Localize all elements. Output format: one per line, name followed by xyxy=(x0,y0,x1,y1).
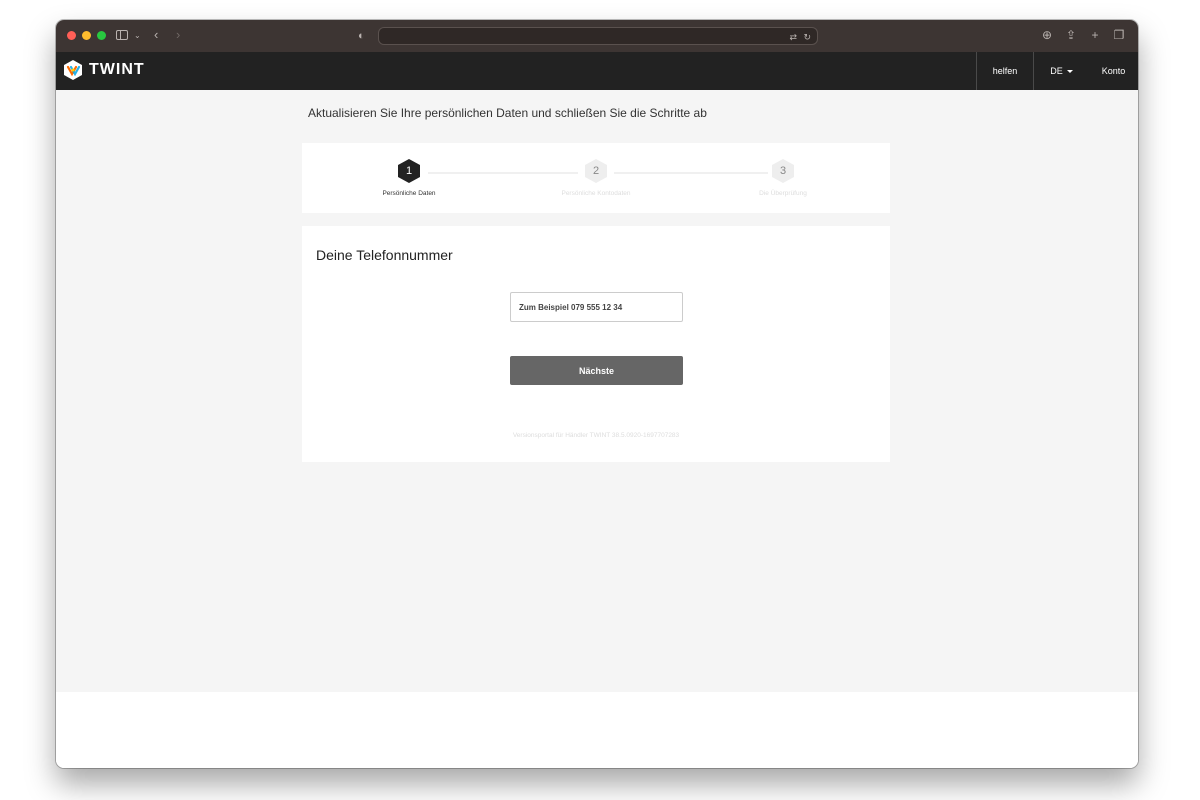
translate-icon[interactable]: ⇄ xyxy=(789,30,797,44)
sidebar-toggle-icon[interactable] xyxy=(116,30,128,40)
version-text: Versionsportal für Händler TWINT 38.5.09… xyxy=(512,432,680,439)
page-footer xyxy=(56,692,1138,768)
minimize-window-button[interactable] xyxy=(82,31,91,40)
phone-number-input[interactable] xyxy=(510,292,683,322)
chevron-down-icon[interactable]: ⌄ xyxy=(134,29,141,43)
form-title: Deine Telefonnummer xyxy=(316,247,453,263)
help-label: helfen xyxy=(992,66,1018,76)
step-2: 2 Persönliche Kontodaten xyxy=(536,159,656,197)
address-bar[interactable]: ⇄ ↻ xyxy=(378,27,818,45)
app-header: TWINT helfen DE Konto xyxy=(56,52,1138,90)
account-label: Konto xyxy=(1101,66,1126,76)
step-label: Persönliche Kontodaten xyxy=(561,190,631,197)
step-number: 1 xyxy=(398,159,420,183)
new-tab-icon[interactable]: + xyxy=(1088,28,1102,42)
reload-icon[interactable]: ↻ xyxy=(803,30,811,44)
step-3: 3 Die Überprüfung xyxy=(723,159,843,197)
twint-logo[interactable]: TWINT xyxy=(63,59,145,81)
share-icon[interactable]: ⇪ xyxy=(1064,28,1078,42)
tab-overview-icon[interactable]: ❐ xyxy=(1112,28,1126,42)
back-arrow-icon[interactable]: ‹ xyxy=(154,28,158,42)
phone-form-card: Deine Telefonnummer Nächste Versionsport… xyxy=(302,226,890,462)
next-button[interactable]: Nächste xyxy=(510,356,683,385)
main-content: Aktualisieren Sie Ihre persönlichen Date… xyxy=(56,90,1138,692)
caret-down-icon xyxy=(1066,69,1073,73)
language-label: DE xyxy=(1050,66,1063,76)
step-number: 2 xyxy=(585,159,607,183)
browser-actions: ⊕ ⇪ + ❐ xyxy=(1040,28,1126,42)
step-label: Persönliche Daten xyxy=(382,190,436,197)
step-1: 1 Persönliche Daten xyxy=(349,159,469,197)
shield-icon[interactable]: ◐ xyxy=(358,29,365,43)
close-window-button[interactable] xyxy=(67,31,76,40)
language-dropdown[interactable]: DE xyxy=(1033,52,1089,90)
progress-stepper: 1 Persönliche Daten 2 Persönliche Kontod… xyxy=(302,143,890,213)
twint-logo-icon xyxy=(64,60,82,80)
window-controls xyxy=(67,31,106,40)
browser-window: ⌄ ‹ › ◐ ⇄ ↻ ⊕ ⇪ + ❐ TWINT helfen DE Kont… xyxy=(56,20,1138,768)
header-nav: helfen DE Konto xyxy=(976,52,1138,90)
download-icon[interactable]: ⊕ xyxy=(1040,28,1054,42)
browser-toolbar: ⌄ ‹ › ◐ ⇄ ↻ ⊕ ⇪ + ❐ xyxy=(56,20,1138,52)
account-link[interactable]: Konto xyxy=(1089,52,1138,90)
step-number: 3 xyxy=(772,159,794,183)
step-label: Die Überprüfung xyxy=(759,190,807,197)
brand-name: TWINT xyxy=(89,61,145,78)
maximize-window-button[interactable] xyxy=(97,31,106,40)
page-heading: Aktualisieren Sie Ihre persönlichen Date… xyxy=(308,106,707,120)
forward-arrow-icon[interactable]: › xyxy=(176,28,180,42)
help-link[interactable]: helfen xyxy=(976,52,1033,90)
